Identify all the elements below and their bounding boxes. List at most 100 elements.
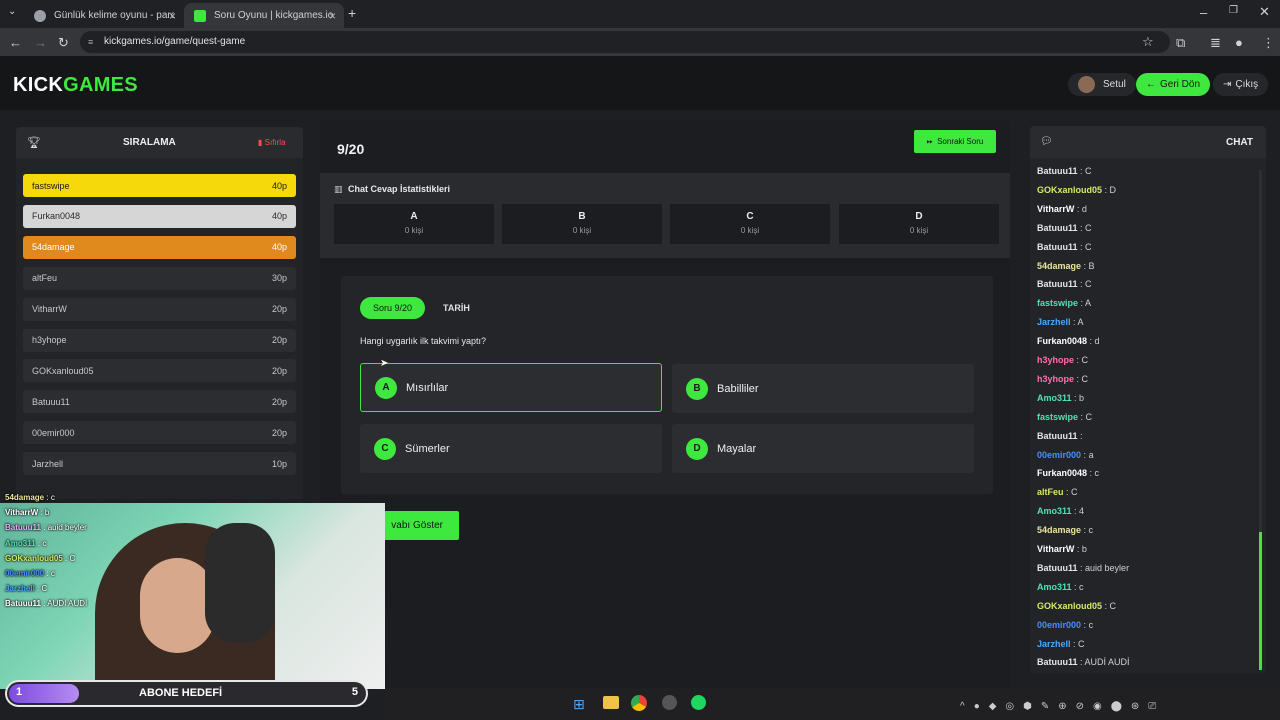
chat-scrollbar[interactable] xyxy=(1259,170,1262,670)
stat-letter: A xyxy=(410,211,418,222)
trash-icon: ▮ xyxy=(258,138,263,147)
tray-icons[interactable]: ^●◆◎⬢✎⊕⊘◉⬤⊛⎚ㅤ xyxy=(960,697,1175,712)
tab-parolla[interactable]: Günlük kelime oyunu - parolla × xyxy=(24,3,184,28)
chrome-icon[interactable] xyxy=(631,695,647,711)
chat-separator: : xyxy=(1074,373,1082,384)
back-button[interactable]: ← Geri Dön xyxy=(1136,73,1211,96)
spotify-icon[interactable] xyxy=(691,695,706,710)
chat-message: Amo311 : c xyxy=(1037,582,1084,594)
player-name: h3yhope xyxy=(32,335,67,345)
minimize-icon[interactable]: – xyxy=(1200,5,1207,20)
reset-button[interactable]: ▮ Sıfırla xyxy=(258,138,286,147)
chat-text: B xyxy=(1088,260,1095,271)
leaderboard-row: Batuuu11 20p xyxy=(23,390,296,414)
stat-d: D 0 kişi xyxy=(839,204,999,244)
forward-arrow-icon[interactable]: → xyxy=(34,35,47,50)
next-question-button[interactable]: ⏩︎ Sonraki Soru xyxy=(914,130,996,153)
logout-label: Çıkış xyxy=(1235,79,1259,90)
close-window-icon[interactable]: ✕ xyxy=(1259,4,1270,20)
chat-header: 💬︎ CHAT xyxy=(1030,126,1266,158)
arrow-left-icon: ← xyxy=(1146,79,1156,90)
browser-menu-icon[interactable]: ⋮ xyxy=(1262,35,1275,51)
chat-message: fastswipe : C xyxy=(1037,412,1092,424)
chat-separator: : xyxy=(1087,468,1095,479)
new-tab-icon[interactable]: + xyxy=(348,5,356,21)
obs-icon[interactable] xyxy=(662,695,677,710)
chat-separator: : xyxy=(1077,241,1086,252)
bookmark-star-icon[interactable]: ☆ xyxy=(1142,34,1154,50)
chat-text: C xyxy=(1085,279,1092,290)
chat-message: GOKxanloud05 : C xyxy=(1037,601,1116,613)
next-question-label: Sonraki Soru xyxy=(937,137,984,146)
stat-letter: B xyxy=(578,211,586,222)
chat-message: GOKxanloud05 : D xyxy=(1037,185,1116,197)
chat-separator: : xyxy=(1071,581,1080,592)
player-score: 40p xyxy=(271,211,287,222)
scrollbar-thumb[interactable] xyxy=(1259,532,1262,670)
option-letter-d: D xyxy=(686,437,708,460)
chat-bubbles-icon: 💬︎ xyxy=(1040,136,1053,147)
restore-icon[interactable]: ❐ xyxy=(1229,5,1238,16)
chat-text: C xyxy=(1085,222,1092,233)
address-bar[interactable]: ≡ kickgames.io/game/quest-game xyxy=(80,31,1170,53)
file-explorer-icon[interactable] xyxy=(603,696,619,709)
chat-text: C xyxy=(1085,241,1092,252)
profile-icon[interactable]: ● xyxy=(1235,35,1243,50)
tab-kickgames[interactable]: Soru Oyunu | kickgames.io × xyxy=(184,3,344,28)
tab-menu-icon[interactable]: ⌄ xyxy=(8,6,16,17)
fast-forward-icon: ⏩︎ xyxy=(926,136,934,146)
player-score: 20p xyxy=(271,304,287,315)
option-b[interactable]: B Babilliler xyxy=(672,364,974,413)
option-a[interactable]: A Mısırlılar xyxy=(360,363,662,412)
player-score: 30p xyxy=(271,273,287,284)
overlay-chat-message: GOKxanloud05 : C xyxy=(5,554,75,563)
stat-count: 0 kişi xyxy=(740,226,760,235)
chat-text: b xyxy=(1079,392,1085,403)
stat-count: 0 kişi xyxy=(909,226,929,235)
chat-separator: : xyxy=(1074,544,1082,554)
option-c[interactable]: C Sümerler xyxy=(360,424,662,473)
player-name: altFeu xyxy=(32,273,58,284)
goal-target: 5 xyxy=(351,686,358,698)
chat-username: VitharrW xyxy=(1037,544,1075,554)
chat-message: VitharrW : d xyxy=(1037,204,1087,216)
back-arrow-icon[interactable]: ← xyxy=(9,35,22,50)
player-score: 20p xyxy=(271,396,287,407)
chat-username: 00emir000 xyxy=(1037,619,1082,630)
windows-start-icon[interactable]: ⊞ xyxy=(573,696,585,713)
question-text: Hangi uygarlık ilk takvimi yaptı? xyxy=(360,336,487,346)
chat-separator: : xyxy=(1081,449,1089,460)
progress-counter: 9/20 xyxy=(337,141,365,157)
chat-username: 54damage xyxy=(1037,260,1082,271)
close-tab-icon[interactable]: × xyxy=(329,9,336,23)
overlay-chat-message: Jarzhell : C xyxy=(5,584,47,593)
option-letter-a: A xyxy=(375,376,397,399)
chat-text: C xyxy=(1085,411,1093,422)
leaderboard-header: 🏆︎ SIRALAMA ▮ Sıfırla xyxy=(16,127,303,158)
overlay-text: b xyxy=(44,508,50,518)
reload-icon[interactable]: ↻ xyxy=(58,35,69,51)
chat-username: Amo311 xyxy=(1037,506,1072,517)
chat-username: fastswipe xyxy=(1037,298,1079,309)
logout-button[interactable]: ⇥ Çıkış xyxy=(1213,73,1269,96)
chat-text: C xyxy=(1085,166,1092,176)
site-info-icon[interactable]: ≡ xyxy=(88,31,93,53)
chat-separator: : xyxy=(1081,260,1089,271)
user-name: Setul xyxy=(1103,79,1126,90)
goal-current: 1 xyxy=(16,686,23,698)
kickgames-logo[interactable]: KICKGAMES xyxy=(13,74,138,97)
chat-separator: : xyxy=(1070,638,1079,649)
chat-username: altFeu xyxy=(1037,487,1064,498)
chat-message: fastswipe : A xyxy=(1037,298,1091,310)
user-menu-button[interactable]: Setul xyxy=(1068,73,1136,96)
option-d[interactable]: D Mayalar xyxy=(672,424,974,473)
chat-username: Batuuu11 xyxy=(1037,241,1078,252)
media-controls-icon[interactable]: ≣ xyxy=(1210,35,1221,51)
chat-username: fastswipe xyxy=(1037,411,1079,422)
show-answer-label: vabı Göster xyxy=(391,520,443,531)
chat-separator: : xyxy=(1063,487,1072,498)
chat-username: 00emir000 xyxy=(1037,449,1082,460)
close-tab-icon[interactable]: × xyxy=(169,9,176,23)
chat-separator: : xyxy=(1070,317,1078,328)
extensions-icon[interactable]: ⧉ xyxy=(1176,35,1185,51)
